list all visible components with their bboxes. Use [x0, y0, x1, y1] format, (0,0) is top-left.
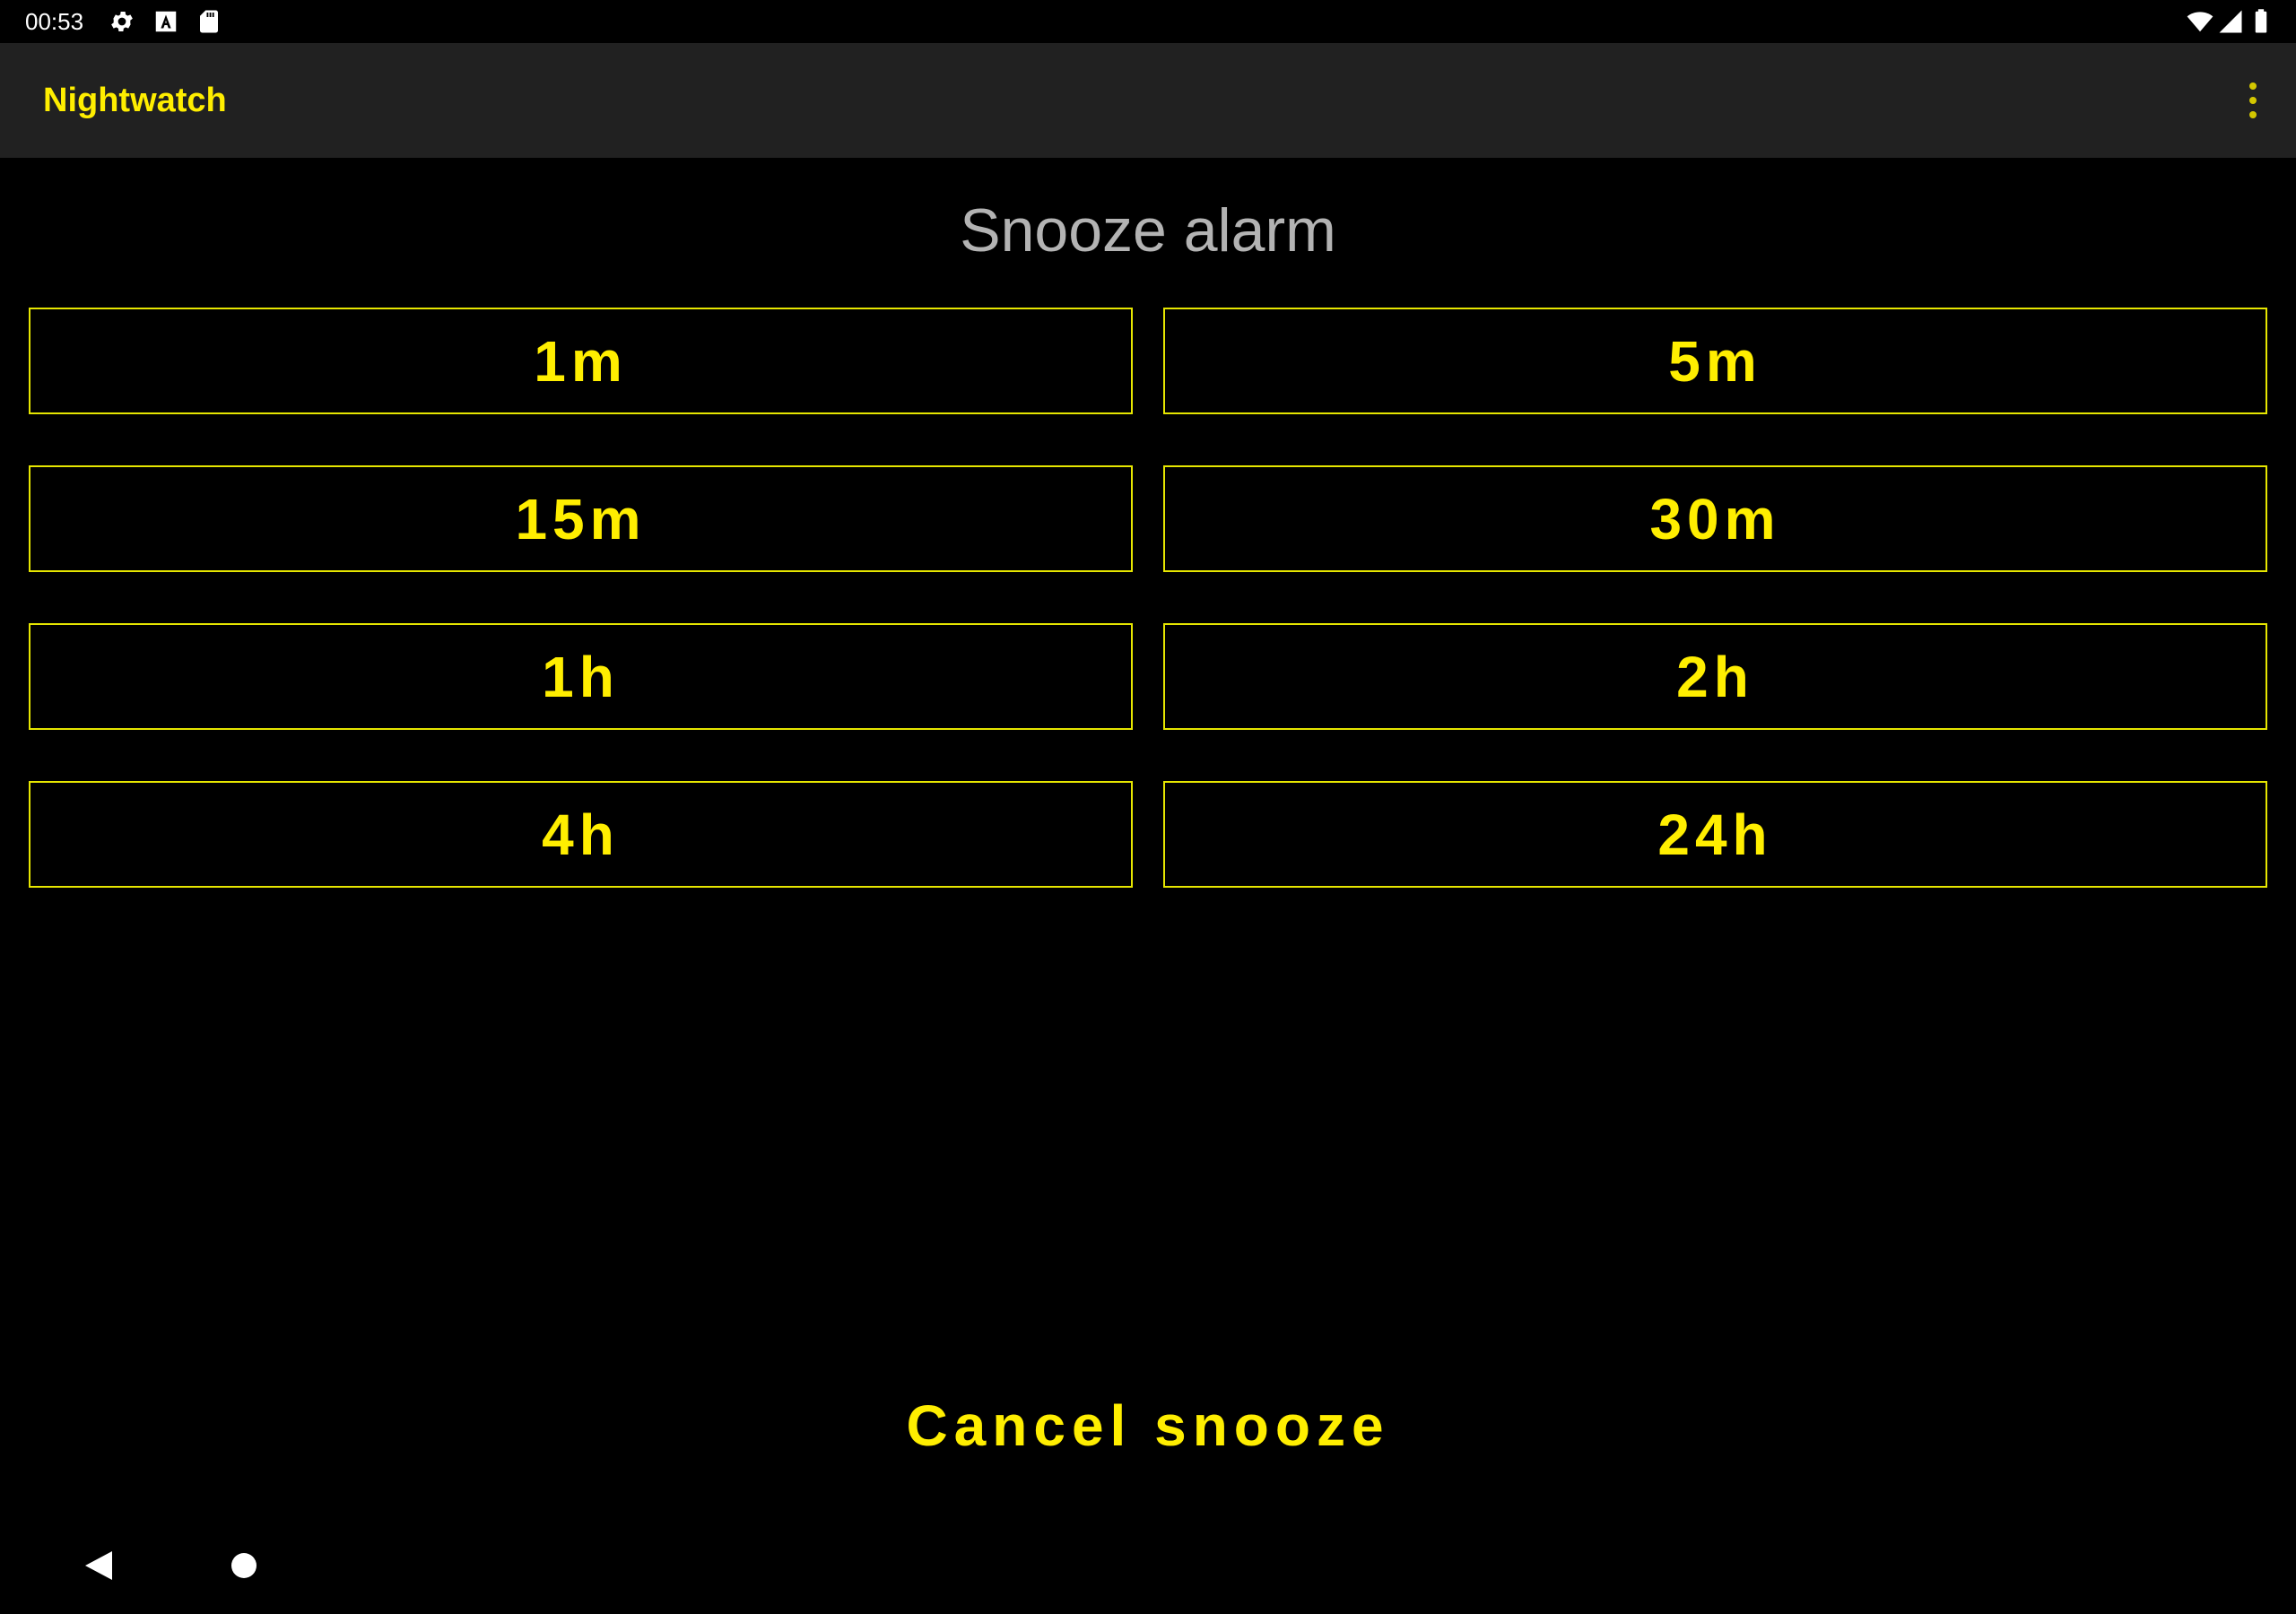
snooze-2h-button[interactable]: 2h [1163, 623, 2267, 730]
overflow-menu-button[interactable] [2210, 65, 2296, 136]
cell-signal-icon [2217, 8, 2244, 35]
back-icon[interactable] [83, 1549, 114, 1582]
status-bar: 00:53 [0, 0, 2296, 43]
gear-icon [109, 8, 135, 35]
wifi-icon [2187, 8, 2213, 35]
sd-card-icon [196, 8, 222, 35]
snooze-options-grid: 1m 5m 15m 30m 1h 2h 4h 24h [29, 308, 2267, 888]
battery-icon [2248, 8, 2274, 35]
more-vert-icon[interactable] [2248, 81, 2258, 120]
nav-home-button[interactable] [217, 1542, 271, 1589]
snooze-4h-button[interactable]: 4h [29, 781, 1133, 888]
snooze-30m-button[interactable]: 30m [1163, 465, 2267, 572]
status-time: 00:53 [25, 8, 84, 35]
page-title: Snooze alarm [960, 196, 1336, 265]
snooze-1h-button[interactable]: 1h [29, 623, 1133, 730]
home-icon[interactable] [230, 1552, 257, 1579]
a-keyboard-icon [152, 8, 179, 35]
snooze-5m-button[interactable]: 5m [1163, 308, 2267, 414]
screen: 00:53 Nightwatch Snooze alarm 1m 5m 15m … [0, 0, 2296, 1614]
snooze-1m-button[interactable]: 1m [29, 308, 1133, 414]
snooze-24h-button[interactable]: 24h [1163, 781, 2267, 888]
app-title: Nightwatch [43, 82, 227, 119]
nav-back-button[interactable] [72, 1542, 126, 1589]
cancel-snooze-button[interactable]: Cancel snooze [700, 1372, 1596, 1480]
snooze-15m-button[interactable]: 15m [29, 465, 1133, 572]
app-bar: Nightwatch [0, 43, 2296, 158]
